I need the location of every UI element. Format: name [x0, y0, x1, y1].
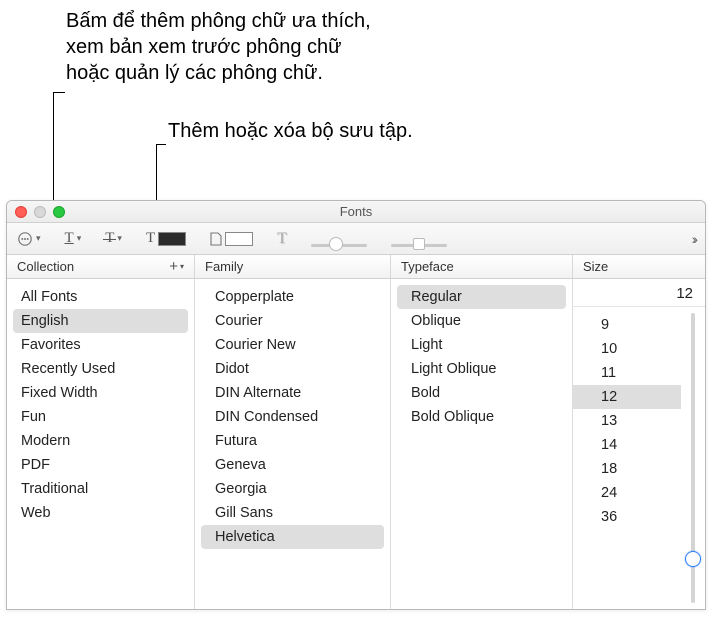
list-item[interactable]: PDF	[7, 453, 194, 477]
window-title: Fonts	[7, 204, 705, 219]
background-color-swatch	[225, 232, 253, 246]
strikethrough-menu[interactable]: T ▾	[105, 230, 122, 247]
list-item[interactable]: English	[13, 309, 188, 333]
list-item[interactable]: Traditional	[7, 477, 194, 501]
typeface-header: Typeface	[391, 255, 573, 278]
list-item[interactable]: Courier New	[195, 333, 390, 357]
list-item[interactable]: 24	[573, 481, 681, 505]
list-item[interactable]: Favorites	[7, 333, 194, 357]
list-item[interactable]: 9	[573, 313, 681, 337]
list-item[interactable]: Web	[7, 501, 194, 525]
list-item[interactable]: 12	[573, 385, 681, 409]
list-item[interactable]: Oblique	[391, 309, 572, 333]
zoom-window-button[interactable]	[53, 206, 65, 218]
collection-list[interactable]: All FontsEnglishFavoritesRecently UsedFi…	[7, 279, 195, 609]
list-item[interactable]: Didot	[195, 357, 390, 381]
list-item[interactable]: Futura	[195, 429, 390, 453]
list-item[interactable]: Modern	[7, 429, 194, 453]
list-item[interactable]: DIN Alternate	[195, 381, 390, 405]
list-item[interactable]: Helvetica	[201, 525, 384, 549]
column-headers: Collection +▾ Family Typeface Size	[7, 255, 705, 279]
size-header: Size	[573, 255, 705, 278]
list-item[interactable]: Light Oblique	[391, 357, 572, 381]
chevron-down-icon: ▾	[117, 233, 122, 244]
list-item[interactable]: Bold Oblique	[391, 405, 572, 429]
collection-header: Collection +▾	[7, 255, 195, 278]
underline-menu[interactable]: T ▾	[65, 230, 82, 247]
typeface-header-label: Typeface	[401, 259, 454, 274]
panel-body: All FontsEnglishFavoritesRecently UsedFi…	[7, 279, 705, 609]
callout-text: xem bản xem trước phông chữ	[66, 34, 371, 60]
callout-add-collection: Thêm hoặc xóa bộ sưu tập.	[168, 118, 413, 144]
family-header: Family	[195, 255, 391, 278]
list-item[interactable]: 18	[573, 457, 681, 481]
callouts-text: hoặc quản lý các phông chữ.	[66, 60, 371, 86]
plus-icon: +	[169, 258, 178, 275]
document-color-picker[interactable]	[210, 232, 253, 246]
family-list[interactable]: CopperplateCourierCourier NewDidotDIN Al…	[195, 279, 391, 609]
text-color-swatch	[158, 232, 186, 246]
callout-text: Thêm hoặc xóa bộ sưu tập.	[168, 118, 413, 144]
toolbar: ▾ T ▾ T ▾ T T ››	[7, 223, 705, 255]
toolbar-overflow-button[interactable]: ››	[692, 231, 695, 247]
list-item[interactable]: Regular	[397, 285, 566, 309]
list-item[interactable]: Georgia	[195, 477, 390, 501]
list-item[interactable]: DIN Condensed	[195, 405, 390, 429]
close-window-button[interactable]	[15, 206, 27, 218]
list-item[interactable]: 36	[573, 505, 681, 529]
titlebar: Fonts	[7, 201, 705, 223]
size-header-label: Size	[583, 259, 608, 274]
size-slider[interactable]	[681, 307, 705, 609]
callout-line	[156, 144, 166, 145]
size-column: 12 91011121314182436	[573, 279, 705, 609]
add-collection-button[interactable]: +▾	[169, 258, 184, 275]
callout-line	[53, 92, 65, 93]
chevron-down-icon: ▾	[180, 262, 184, 271]
text-shadow-toggle[interactable]: T	[277, 230, 287, 248]
list-item[interactable]: All Fonts	[7, 285, 194, 309]
size-field[interactable]: 12	[573, 279, 705, 307]
page-icon	[210, 232, 222, 246]
callout-text: Bấm để thêm phông chữ ưa thích,	[66, 8, 371, 34]
list-item[interactable]: 14	[573, 433, 681, 457]
typeface-list[interactable]: RegularObliqueLightLight ObliqueBoldBold…	[391, 279, 573, 609]
fonts-window: Fonts ▾ T ▾ T ▾ T T	[6, 200, 706, 610]
size-list[interactable]: 91011121314182436	[573, 307, 681, 609]
window-controls	[15, 206, 65, 218]
list-item[interactable]: 13	[573, 409, 681, 433]
list-item[interactable]: Fun	[7, 405, 194, 429]
list-item[interactable]: Courier	[195, 309, 390, 333]
list-item[interactable]: Light	[391, 333, 572, 357]
shadow-opacity-slider[interactable]	[311, 229, 367, 249]
collection-header-label: Collection	[17, 259, 74, 274]
font-actions-menu[interactable]: ▾	[17, 231, 41, 247]
chevron-down-icon: ▾	[36, 233, 41, 244]
list-item[interactable]: 10	[573, 337, 681, 361]
family-header-label: Family	[205, 259, 243, 274]
list-item[interactable]: Geneva	[195, 453, 390, 477]
callout-manage-fonts: Bấm để thêm phông chữ ưa thích, xem bản …	[66, 8, 371, 86]
list-item[interactable]: Fixed Width	[7, 381, 194, 405]
text-color-picker[interactable]: T	[146, 230, 186, 247]
list-item[interactable]: 11	[573, 361, 681, 385]
chevron-down-icon: ▾	[77, 233, 82, 244]
shadow-blur-slider[interactable]	[391, 229, 447, 249]
list-item[interactable]: Copperplate	[195, 285, 390, 309]
list-item[interactable]: Gill Sans	[195, 501, 390, 525]
minimize-window-button[interactable]	[34, 206, 46, 218]
list-item[interactable]: Bold	[391, 381, 572, 405]
list-item[interactable]: Recently Used	[7, 357, 194, 381]
